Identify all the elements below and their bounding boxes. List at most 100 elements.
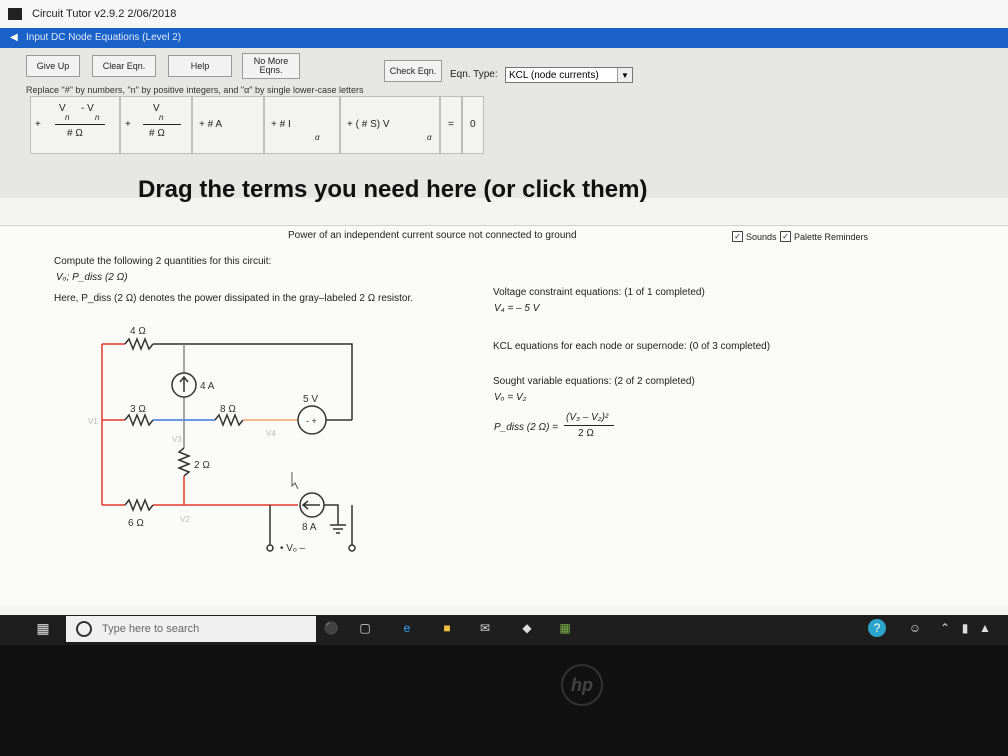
label-cs-8: 8 A	[302, 522, 317, 533]
tile-sub: α	[315, 133, 320, 142]
resistor-4ohm	[124, 336, 154, 352]
wire-top-right	[153, 343, 353, 420]
resistor-3ohm	[124, 412, 154, 428]
file-explorer-icon[interactable]: ■	[438, 619, 456, 637]
label-vs-5: 5 V	[303, 394, 318, 405]
tile-n2: n	[95, 113, 100, 122]
help-button[interactable]: Help	[168, 55, 232, 77]
drag-drop-area[interactable]: Drag the terms you need here (or click t…	[138, 176, 647, 204]
no-more-eqns-button[interactable]: No More Eqns.	[242, 53, 300, 79]
sought-title: Sought variable equations: (2 of 2 compl…	[493, 376, 695, 387]
mode-title: Input DC Node Equations (Level 2)	[26, 32, 182, 43]
node-label-v3: V3	[172, 435, 182, 444]
give-up-button[interactable]: Give Up	[26, 55, 80, 77]
clear-eqn-button[interactable]: Clear Eqn.	[92, 55, 156, 77]
circuit-tutor-taskbar-icon[interactable]: ▦	[556, 619, 574, 637]
screen: Circuit Tutor v2.9.2 2/06/2018 ◀ Input D…	[0, 0, 1008, 645]
resistor-6ohm	[124, 497, 154, 513]
store-icon[interactable]: ✉	[476, 619, 494, 637]
sought-eq-2-num: (V₃ – V₂)²	[566, 412, 609, 423]
edge-browser-icon[interactable]: e	[398, 619, 416, 637]
network-icon[interactable]: ▲	[976, 619, 994, 637]
tile-plus: +	[125, 119, 131, 130]
tile-den: # Ω	[149, 128, 165, 139]
palette-reminders-label: Palette Reminders	[794, 231, 869, 242]
tile-minus-v: - V	[81, 103, 94, 114]
node-label-v1: V1	[88, 417, 98, 426]
label-r-2: 2 Ω	[194, 460, 210, 471]
window-title: Circuit Tutor v2.9.2 2/06/2018	[32, 8, 177, 20]
windows-start-icon[interactable]: ▦	[34, 619, 52, 637]
app-icon-taskbar[interactable]: ◆	[518, 619, 536, 637]
ground-icon	[324, 504, 346, 534]
fraction-bar	[55, 124, 105, 125]
sought-eq-2-den: 2 Ω	[578, 428, 594, 439]
microphone-icon[interactable]: ⚫	[322, 619, 340, 637]
term-tile-current-amps[interactable]: + # A	[192, 96, 264, 154]
chevron-up-icon[interactable]: ⌃	[936, 619, 954, 637]
search-placeholder: Type here to search	[102, 623, 200, 635]
tile-text: + # I	[271, 119, 291, 130]
problem-line-3: Here, P_diss (2 Ω) denotes the power dis…	[54, 293, 414, 304]
sought-eq-2-lhs: P_diss (2 Ω) =	[494, 422, 559, 433]
tile-plus: +	[35, 119, 41, 130]
label-r-3: 3 Ω	[130, 404, 146, 415]
terminal-minus	[348, 544, 356, 552]
term-tile-voltage-over-r[interactable]: + V n # Ω	[120, 96, 192, 154]
eqn-type-select[interactable]: KCL (node currents) ▼	[505, 67, 633, 83]
label-cs-4: 4 A	[200, 381, 215, 392]
input-hint: Replace "#" by numbers, "n" by positive …	[26, 85, 364, 95]
term-tile-conductance[interactable]: + ( # S) V α	[340, 96, 440, 154]
check-eqn-button[interactable]: Check Eqn.	[384, 60, 442, 82]
taskbar-search[interactable]: Type here to search	[66, 616, 316, 642]
tile-text: =	[448, 119, 454, 130]
voltage-constraint-title: Voltage constraint equations: (1 of 1 co…	[493, 287, 705, 298]
tile-n: n	[159, 113, 164, 122]
label-vo: • Vₒ –	[280, 543, 306, 554]
tile-den: # Ω	[67, 128, 83, 139]
term-palette: + V - V n n # Ω + V n # Ω + # A + # I α …	[30, 96, 484, 154]
check-icon: ✓	[780, 231, 791, 242]
mouse-cursor-icon	[291, 472, 299, 490]
node-label-v4: V4	[266, 429, 276, 438]
check-icon: ✓	[732, 231, 743, 242]
fraction-bar	[143, 124, 181, 125]
kcl-title: KCL equations for each node or supernode…	[493, 341, 771, 352]
resistor-2ohm	[176, 447, 192, 477]
left-arrow-icon	[301, 500, 320, 510]
label-r-8: 8 Ω	[220, 404, 236, 415]
circuit-diagram: - + 4 Ω 3 Ω 8 Ω 2 Ω 6 Ω 4 A 5 V 8 A V1 V…	[88, 326, 356, 554]
label-r-top: 4 Ω	[130, 326, 146, 337]
term-tile-current-var[interactable]: + # I α	[264, 96, 340, 154]
people-icon[interactable]: ☺	[906, 619, 924, 637]
chevron-down-icon[interactable]: ▼	[617, 68, 632, 82]
cortana-icon	[76, 621, 92, 637]
palette-reminders-checkbox[interactable]: ✓ Palette Reminders	[780, 231, 868, 242]
term-tile-zero[interactable]: 0	[462, 96, 484, 154]
term-tile-equals[interactable]: =	[440, 96, 462, 154]
tile-text: 0	[470, 119, 476, 130]
sounds-checkbox[interactable]: ✓ Sounds	[732, 231, 777, 242]
tile-text: + ( # S) V	[347, 119, 390, 130]
eqn-type-value: KCL (node currents)	[509, 69, 599, 81]
vs-polarity: - +	[306, 416, 317, 426]
hp-logo: hp	[561, 664, 603, 706]
eqn-type-label: Eqn. Type:	[450, 69, 498, 80]
terminal-plus	[266, 544, 274, 552]
laptop-bezel	[0, 645, 1008, 756]
node-label-v2: V2	[180, 515, 190, 524]
resistor-8ohm	[214, 412, 244, 428]
fraction-bar	[564, 425, 614, 426]
tile-n1: n	[65, 113, 70, 122]
battery-icon[interactable]: ▮	[956, 619, 974, 637]
term-tile-voltage-difference[interactable]: + V - V n n # Ω	[30, 96, 120, 154]
help-icon[interactable]: ?	[868, 619, 886, 637]
label-r-6: 6 Ω	[128, 518, 144, 529]
app-icon	[8, 8, 22, 20]
sought-eq-1: Vₒ = V₂	[494, 392, 527, 403]
task-view-icon[interactable]: ▢	[356, 619, 374, 637]
mode-bar: ◀ Input DC Node Equations (Level 2)	[0, 28, 1008, 48]
voltage-constraint-eq: V₄ = – 5 V	[494, 303, 540, 314]
tile-text: + # A	[199, 119, 223, 130]
back-arrow-icon[interactable]: ◀	[10, 32, 18, 43]
